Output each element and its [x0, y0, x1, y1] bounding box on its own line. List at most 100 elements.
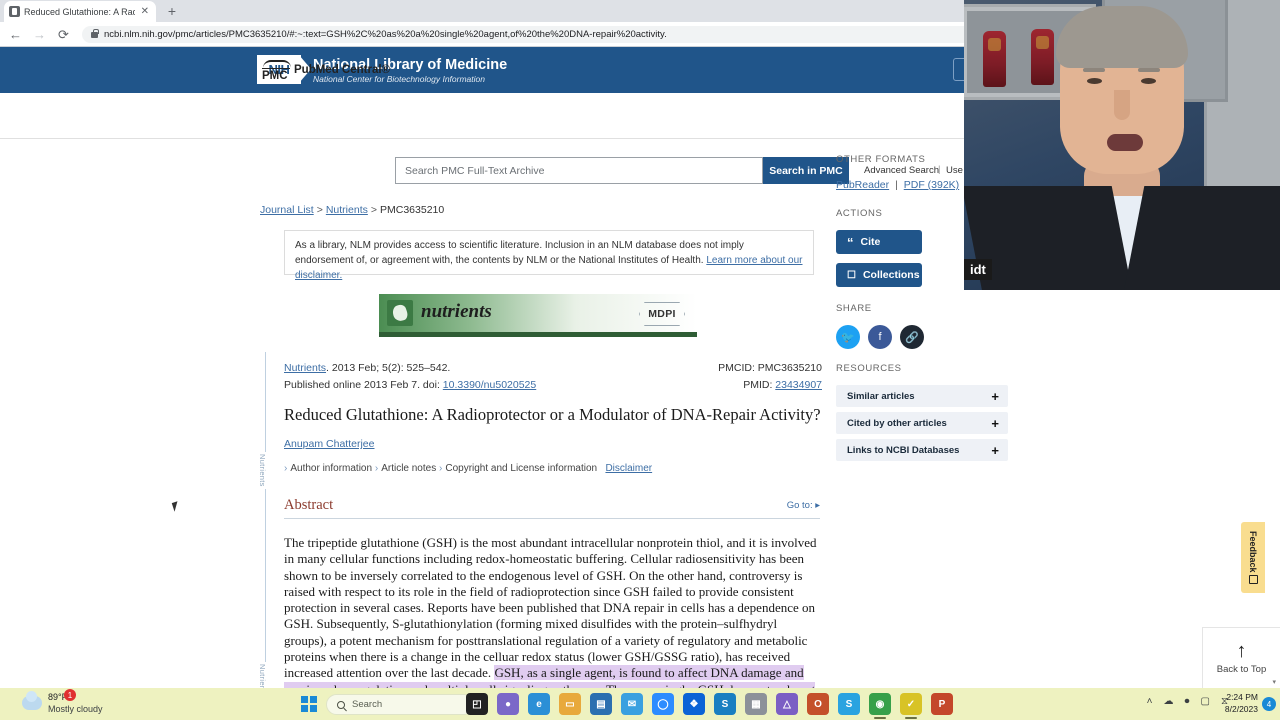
windows-taskbar: 89°F Mostly cloudy 1 Search ◰ ● e ▭ ▤ ✉ …: [0, 688, 1280, 720]
abstract-text: The tripeptide glutathione (GSH) is the …: [284, 535, 820, 688]
bullet-icon: ›: [374, 463, 379, 474]
pmc-logo[interactable]: PMC: [262, 60, 291, 82]
resource-label: Links to NCBI Databases: [847, 444, 960, 456]
pdf-link[interactable]: PDF (392K): [904, 179, 959, 191]
taskbar-clock[interactable]: 2:24 PM 8/2/2023: [1225, 691, 1258, 715]
display-icon[interactable]: ▢: [1201, 696, 1210, 707]
dropbox-icon[interactable]: ❖: [683, 693, 705, 715]
bullet-icon: ›: [284, 463, 288, 474]
abstract-part-1: The tripeptide glutathione (GSH) is the …: [284, 535, 817, 681]
microsoft-edge-icon[interactable]: e: [528, 693, 550, 715]
quote-icon: “: [847, 234, 854, 250]
webcam-overlay[interactable]: idt: [964, 0, 1280, 290]
breadcrumb-journal-list[interactable]: Journal List: [260, 204, 314, 216]
snagit-icon[interactable]: S: [714, 693, 736, 715]
pmid-label: PMID:: [743, 379, 776, 391]
pmcid-label: PMCID: PMC3635210: [718, 362, 822, 374]
author-link[interactable]: Anupam Chatterjee: [284, 438, 374, 450]
pmc-arch-icon: [263, 60, 291, 68]
breadcrumb-nutrients[interactable]: Nutrients: [326, 204, 368, 216]
taskbar-app-icons: ◰ ● e ▭ ▤ ✉ ◯ ❖ S ▦ △ O S ◉ ✓ P: [466, 693, 953, 719]
breadcrumb: Journal List > Nutrients > PMC3635210: [260, 204, 444, 216]
published-text: Published online 2013 Feb 7. doi:: [284, 379, 443, 391]
file-explorer-icon[interactable]: ▭: [559, 693, 581, 715]
shredder-icon[interactable]: ▦: [745, 693, 767, 715]
task-view-icon[interactable]: ◰: [466, 693, 488, 715]
forward-arrow-icon[interactable]: →: [32, 28, 47, 41]
cite-button[interactable]: “ Cite: [836, 230, 922, 254]
go-to-link[interactable]: Go to: ▸: [787, 500, 820, 511]
eyebrow-left: [1083, 68, 1105, 72]
copyright-license-link[interactable]: Copyright and License information: [445, 463, 597, 474]
resource-cited-by-other-articles[interactable]: Cited by other articles +: [836, 412, 1008, 434]
skype-icon[interactable]: S: [838, 693, 860, 715]
resource-label: Similar articles: [847, 390, 915, 402]
chevron-up-icon[interactable]: ˄: [1147, 696, 1153, 707]
google-chrome-icon[interactable]: ◉: [869, 693, 891, 719]
advanced-search-link[interactable]: Advanced Search: [864, 165, 939, 176]
back-arrow-icon[interactable]: ←: [8, 28, 23, 41]
doi-link[interactable]: 10.3390/nu5020525: [443, 379, 536, 391]
browser-tab[interactable]: Reduced Glutathione: A Radiopr ✕: [4, 1, 156, 22]
back-to-top-button[interactable]: ↑ Back to Top ▾: [1202, 627, 1280, 688]
onedrive-icon[interactable]: ☁: [1164, 696, 1174, 707]
actions-heading: ACTIONS: [836, 208, 883, 219]
new-tab-button[interactable]: +: [163, 3, 181, 21]
taskbar-search-placeholder: Search: [352, 699, 383, 710]
back-to-top-label: Back to Top: [1216, 664, 1267, 675]
start-button[interactable]: [301, 696, 317, 712]
disclaimer-sublink[interactable]: Disclaimer: [605, 463, 652, 474]
grammarly-icon[interactable]: ✓: [900, 693, 922, 719]
article-citation-line: Nutrients. 2013 Feb; 5(2): 525–542.: [284, 362, 450, 374]
taskbar-search-input[interactable]: Search: [326, 694, 474, 715]
google-drive-icon[interactable]: △: [776, 693, 798, 715]
feedback-tab[interactable]: Feedback: [1241, 522, 1265, 593]
link-icon[interactable]: 🔗: [900, 325, 924, 349]
action-figure-icon: [983, 31, 1006, 87]
format-separator: |: [895, 179, 898, 191]
breadcrumb-sep: >: [316, 204, 323, 216]
tab-favicon-icon: [9, 6, 20, 17]
microphone-icon[interactable]: ⏺: [1185, 696, 1190, 707]
resource-similar-articles[interactable]: Similar articles +: [836, 385, 1008, 407]
plus-icon: +: [991, 442, 999, 458]
resource-links-to-ncbi-databases[interactable]: Links to NCBI Databases +: [836, 439, 1008, 461]
share-buttons: 🐦 f 🔗: [836, 325, 924, 349]
search-input[interactable]: Search PMC Full-Text Archive: [395, 157, 763, 184]
pmid-link[interactable]: 23434907: [775, 379, 822, 391]
suit-jacket-right: [1123, 186, 1280, 290]
feedback-icon: [1248, 575, 1258, 585]
search-icon: [337, 700, 345, 709]
abstract-heading: Abstract: [284, 497, 334, 513]
zoom-icon[interactable]: ◯: [652, 693, 674, 715]
author-information-link[interactable]: Author information: [290, 463, 372, 474]
eye-right: [1141, 78, 1156, 84]
user-guide-link[interactable]: Use: [946, 165, 963, 176]
article-notes-link[interactable]: Article notes: [381, 463, 436, 474]
abstract-heading-row: Abstract Go to: ▸: [284, 497, 820, 519]
close-icon[interactable]: ✕: [139, 6, 151, 17]
nose: [1114, 90, 1130, 120]
outlook-icon[interactable]: O: [807, 693, 829, 715]
lock-icon: [91, 29, 99, 38]
journal-banner[interactable]: nutrients MDPI: [379, 294, 697, 337]
chevron-down-icon: ▾: [1272, 679, 1276, 686]
section-rail: [265, 352, 266, 688]
chat-teams-icon[interactable]: ●: [497, 693, 519, 715]
facebook-icon[interactable]: f: [868, 325, 892, 349]
collections-button[interactable]: ☐ Collections: [836, 263, 922, 287]
microsoft-store-icon[interactable]: ▤: [590, 693, 612, 715]
journal-link[interactable]: Nutrients: [284, 362, 326, 374]
plus-icon: +: [991, 388, 999, 404]
pubreader-link[interactable]: PubReader: [836, 179, 889, 191]
breadcrumb-current: PMC3635210: [380, 204, 445, 216]
weather-widget[interactable]: 89°F Mostly cloudy: [22, 691, 103, 715]
powerpoint-icon[interactable]: P: [931, 693, 953, 715]
mail-icon[interactable]: ✉: [621, 693, 643, 715]
bullet-icon: ›: [439, 463, 443, 474]
twitter-icon[interactable]: 🐦: [836, 325, 860, 349]
reload-icon[interactable]: ⟳: [56, 28, 71, 41]
nutrients-leaf-icon: [387, 300, 413, 326]
hair: [1056, 6, 1188, 68]
notification-badge[interactable]: 4: [1262, 697, 1276, 711]
